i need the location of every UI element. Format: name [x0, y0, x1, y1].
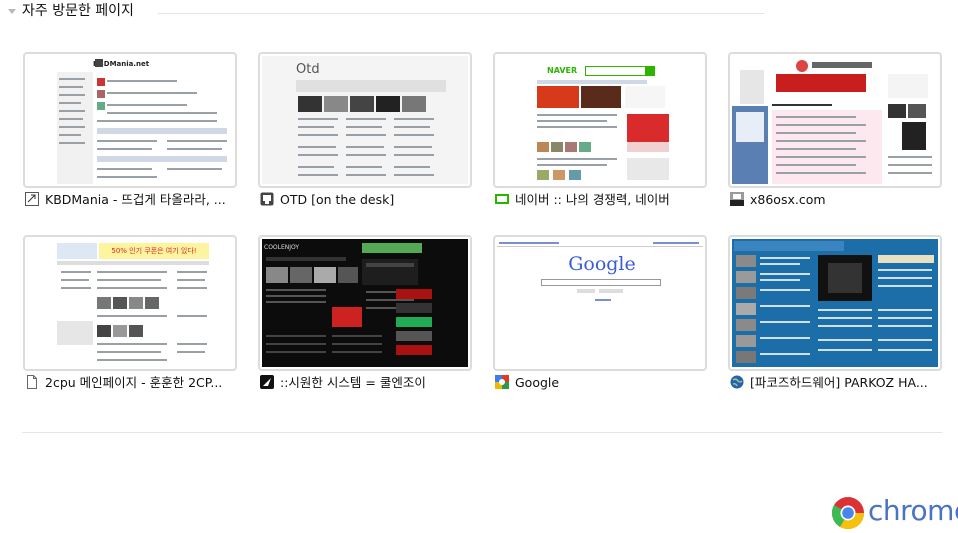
tile-thumbnail[interactable]: Google [493, 235, 707, 371]
tile-thumbnail[interactable]: COOLENJOY [258, 235, 472, 371]
tile-caption[interactable]: 네이버 :: 나의 경쟁력, 네이버 [495, 192, 707, 208]
chrome-logo-icon [831, 497, 865, 530]
tile-title: OTD [on the desk] [280, 192, 395, 207]
tile-caption[interactable]: OTD [on the desk] [260, 192, 472, 208]
site-logo-text: COOLENJOY [264, 244, 300, 251]
tile-caption[interactable]: KBDMania - 뜨겁게 타올라라, ... [25, 192, 237, 208]
tile-title: KBDMania - 뜨겁게 타올라라, ... [45, 192, 226, 207]
site-logo-text: Otd [296, 62, 320, 77]
tile-thumbnail[interactable] [728, 52, 942, 188]
generic-page-icon [27, 375, 37, 389]
tile-title: x86osx.com [750, 192, 826, 207]
tile-caption[interactable]: 2cpu 메인페이지 - 훈훈한 2CP... [25, 375, 237, 391]
tile-thumbnail[interactable]: 50% 인기 쿠폰은 여기 있다! [23, 235, 237, 371]
coolenjoy-favicon [260, 375, 274, 389]
bottom-divider [22, 432, 942, 433]
tile-title: Google [515, 375, 560, 390]
tile-title: 2cpu 메인페이지 - 훈훈한 2CP... [45, 375, 223, 390]
otd-favicon [260, 192, 274, 206]
collapse-triangle-icon[interactable] [8, 9, 16, 14]
tile-caption[interactable]: Google [495, 375, 707, 391]
tile-title: ::시원한 시스템 = 쿨엔조이 [280, 375, 426, 390]
naver-favicon [495, 194, 509, 204]
section-title: 자주 방문한 페이지 [22, 3, 134, 19]
kbdmania-favicon [25, 192, 39, 206]
parkoz-favicon [730, 375, 744, 389]
site-logo-text: KBDMania.net [93, 58, 163, 70]
x86osx-favicon [730, 192, 744, 206]
google-logo-text: Google [568, 253, 636, 275]
tile-caption[interactable]: [파코즈하드웨어] PARKOZ HA... [730, 375, 942, 391]
tile-caption[interactable]: x86osx.com [730, 192, 942, 208]
site-logo-text: NAVER [547, 66, 578, 75]
tile-caption[interactable]: ::시원한 시스템 = 쿨엔조이 [260, 375, 472, 391]
section-divider [158, 13, 764, 14]
tile-thumbnail[interactable]: Otd [258, 52, 472, 188]
most-visited-header[interactable]: 자주 방문한 페이지 [8, 2, 764, 20]
tile-thumbnail[interactable] [728, 235, 942, 371]
tile-title: 네이버 :: 나의 경쟁력, 네이버 [515, 192, 670, 207]
site-banner-text: 50% 인기 쿠폰은 여기 있다! [99, 243, 209, 259]
chrome-wordmark: chrome [868, 494, 958, 527]
tile-thumbnail[interactable]: KBDMania.net [23, 52, 237, 188]
tile-title: [파코즈하드웨어] PARKOZ HA... [750, 375, 928, 390]
tile-thumbnail[interactable]: NAVER [493, 52, 707, 188]
google-favicon [495, 375, 509, 389]
